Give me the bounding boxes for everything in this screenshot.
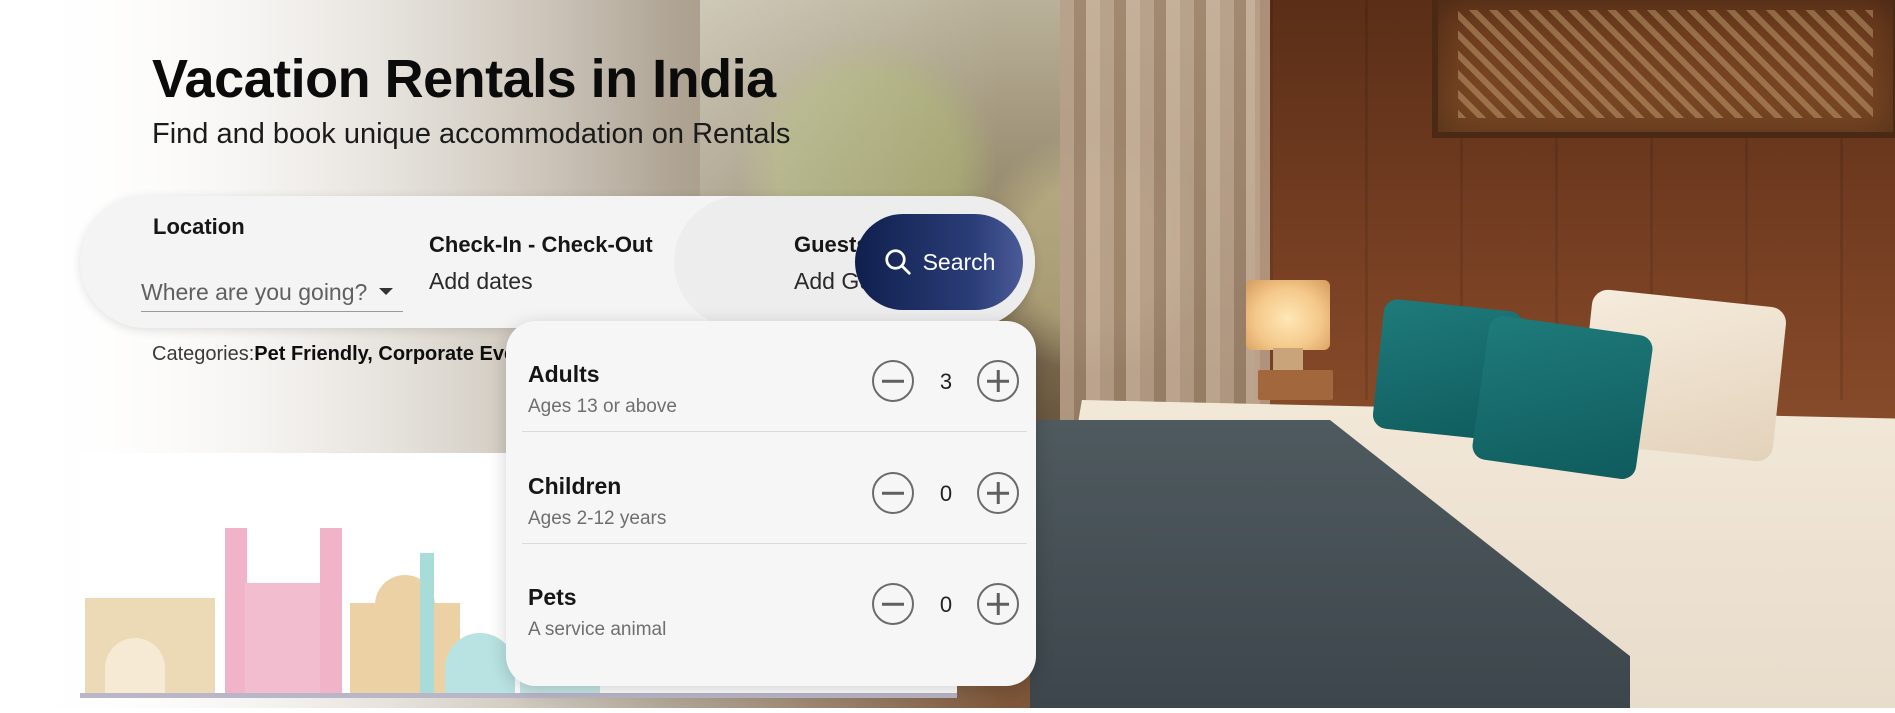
adults-count: 3	[939, 369, 953, 394]
monument-temple	[445, 633, 515, 693]
guest-row-title: Children	[528, 473, 622, 499]
nightstand	[1258, 370, 1333, 400]
monument-tower	[320, 528, 342, 693]
guest-row-adults: Adults Ages 13 or above 3	[522, 321, 1027, 432]
categories-line: Categories:Pet Friendly, Corporate Eve	[152, 343, 515, 366]
search-button[interactable]: Search	[855, 214, 1023, 310]
skyline-divider	[80, 693, 957, 698]
guest-row-subtitle: A service animal	[528, 619, 667, 640]
categories-label: Categories:	[152, 343, 255, 365]
categories-values[interactable]: Pet Friendly, Corporate Eve	[254, 343, 515, 365]
guest-row-title: Adults	[528, 361, 600, 387]
children-increment-button[interactable]	[977, 472, 1019, 514]
wall-painting	[1432, 0, 1895, 138]
search-button-label: Search	[922, 248, 996, 275]
page-title: Vacation Rentals in India	[152, 49, 776, 109]
adults-increment-button[interactable]	[977, 360, 1019, 402]
location-label: Location	[153, 214, 245, 239]
chevron-down-icon[interactable]	[379, 288, 393, 295]
guest-row-subtitle: Ages 2-12 years	[528, 508, 667, 529]
guest-row-title: Pets	[528, 584, 577, 610]
search-bar: Location Check-In - Check-Out Add dates …	[80, 196, 1035, 328]
guests-popover: Adults Ages 13 or above 3 Children Ages …	[506, 321, 1036, 686]
dates-label: Check-In - Check-Out	[429, 232, 653, 257]
dates-field[interactable]: Add dates	[429, 268, 533, 295]
children-decrement-button[interactable]	[872, 472, 914, 514]
adults-decrement-button[interactable]	[872, 360, 914, 402]
pets-decrement-button[interactable]	[872, 583, 914, 625]
teal-pillow	[1470, 314, 1655, 481]
search-icon	[884, 249, 911, 275]
guest-row-children: Children Ages 2-12 years 0	[522, 433, 1027, 544]
lamp-shade	[1246, 280, 1330, 350]
guest-row-subtitle: Ages 13 or above	[528, 396, 677, 417]
monument-minaret	[420, 553, 434, 693]
pets-increment-button[interactable]	[977, 583, 1019, 625]
pets-count: 0	[939, 592, 953, 617]
location-input[interactable]	[141, 273, 403, 312]
lamp-base	[1273, 348, 1303, 372]
guest-row-pets: Pets A service animal 0	[522, 544, 1027, 654]
monument-tower	[225, 528, 247, 693]
children-count: 0	[939, 481, 953, 506]
monument-arch	[105, 638, 165, 693]
page-subtitle: Find and book unique accommodation on Re…	[152, 118, 791, 150]
